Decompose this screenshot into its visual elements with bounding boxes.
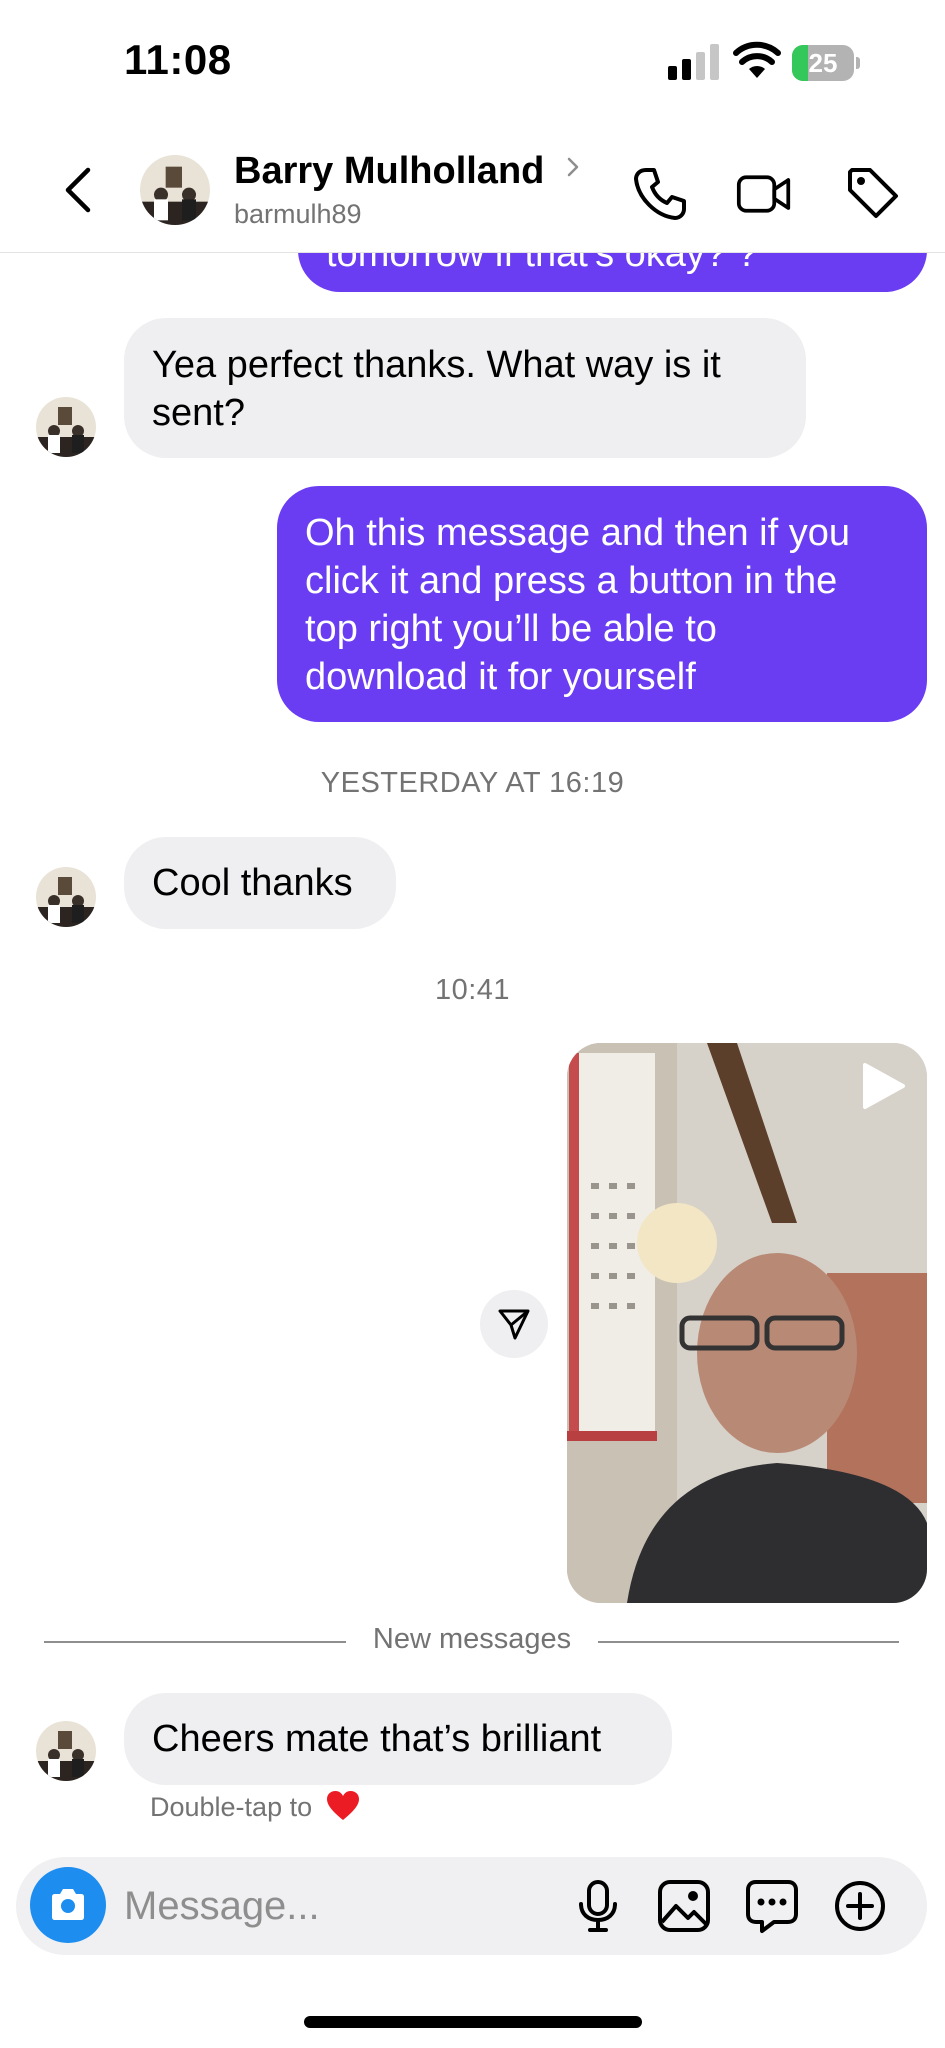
message-line: Oh this message and then if you — [305, 512, 850, 554]
camera-button[interactable] — [30, 1867, 106, 1943]
avatar-image — [36, 397, 96, 457]
contact-avatar[interactable] — [36, 397, 96, 457]
message-text: Cheers mate that’s brilliant — [152, 1718, 602, 1760]
new-messages-divider: New messages — [372, 1623, 572, 1655]
divider-line-left — [44, 1641, 346, 1643]
tag-icon[interactable] — [846, 166, 902, 222]
avatar-image — [36, 867, 96, 927]
plus-icon[interactable] — [832, 1878, 888, 1934]
microphone-icon[interactable] — [570, 1878, 626, 1934]
home-indicator[interactable] — [304, 2016, 642, 2028]
share-icon — [498, 1309, 530, 1340]
contact-avatar[interactable] — [36, 867, 96, 927]
incoming-message[interactable]: Cool thanks — [124, 837, 396, 929]
sticker-chat-icon[interactable] — [744, 1878, 800, 1934]
video-camera-icon[interactable] — [736, 166, 792, 222]
phone-icon[interactable] — [632, 166, 688, 222]
chevron-right-icon — [567, 157, 579, 177]
message-composer — [16, 1857, 927, 1955]
message-text: Cool thanks — [152, 862, 353, 904]
share-button[interactable] — [480, 1290, 548, 1358]
battery-body: 25 — [792, 45, 854, 81]
incoming-message[interactable]: Cheers mate that’s brilliant — [124, 1693, 672, 1785]
message-input[interactable] — [124, 1877, 564, 1935]
video-message[interactable] — [567, 1043, 927, 1603]
status-time: 11:08 — [124, 36, 232, 83]
double-tap-hint: Double-tap to — [150, 1790, 360, 1823]
camera-icon — [52, 1889, 84, 1920]
status-bar: 11:08 25 — [0, 0, 945, 130]
cellular-signal-icon — [668, 44, 719, 80]
contact-name: Barry Mulholland — [234, 150, 545, 192]
message-line: click it and press a button in the — [305, 560, 838, 602]
video-thumbnail — [567, 1043, 927, 1603]
incoming-message[interactable]: Yea perfect thanks. What way is it sent? — [124, 318, 806, 458]
contact-avatar[interactable] — [36, 1721, 96, 1781]
gallery-icon[interactable] — [656, 1878, 712, 1934]
chat-header: Barry Mulholland barmulh89 — [0, 130, 945, 253]
message-line: download it for yourself — [305, 656, 696, 698]
timestamp: 10:41 — [434, 974, 511, 1006]
contact-avatar-header[interactable] — [140, 155, 210, 225]
play-icon[interactable] — [855, 1059, 909, 1113]
message-line: Yea perfect thanks. What way is it — [152, 344, 721, 386]
avatar-image — [140, 155, 210, 225]
battery-level: 25 — [808, 48, 838, 78]
battery-tip — [856, 57, 860, 69]
back-chevron-icon[interactable] — [56, 160, 102, 220]
hint-text: Double-tap to — [150, 1792, 313, 1822]
wifi-icon — [733, 41, 781, 78]
message-line: top right you’ll be able to — [305, 608, 717, 650]
message-line: sent? — [152, 392, 245, 434]
battery-icon: 25 — [792, 45, 860, 81]
outgoing-message[interactable]: Oh this message and then if you click it… — [277, 486, 927, 722]
timestamp: YESTERDAY AT 16:19 — [320, 767, 625, 799]
heart-icon[interactable] — [326, 1790, 360, 1822]
contact-info[interactable]: Barry Mulholland barmulh89 — [234, 150, 583, 230]
avatar-image — [36, 1721, 96, 1781]
divider-line-right — [598, 1641, 899, 1643]
contact-username: barmulh89 — [234, 199, 362, 229]
